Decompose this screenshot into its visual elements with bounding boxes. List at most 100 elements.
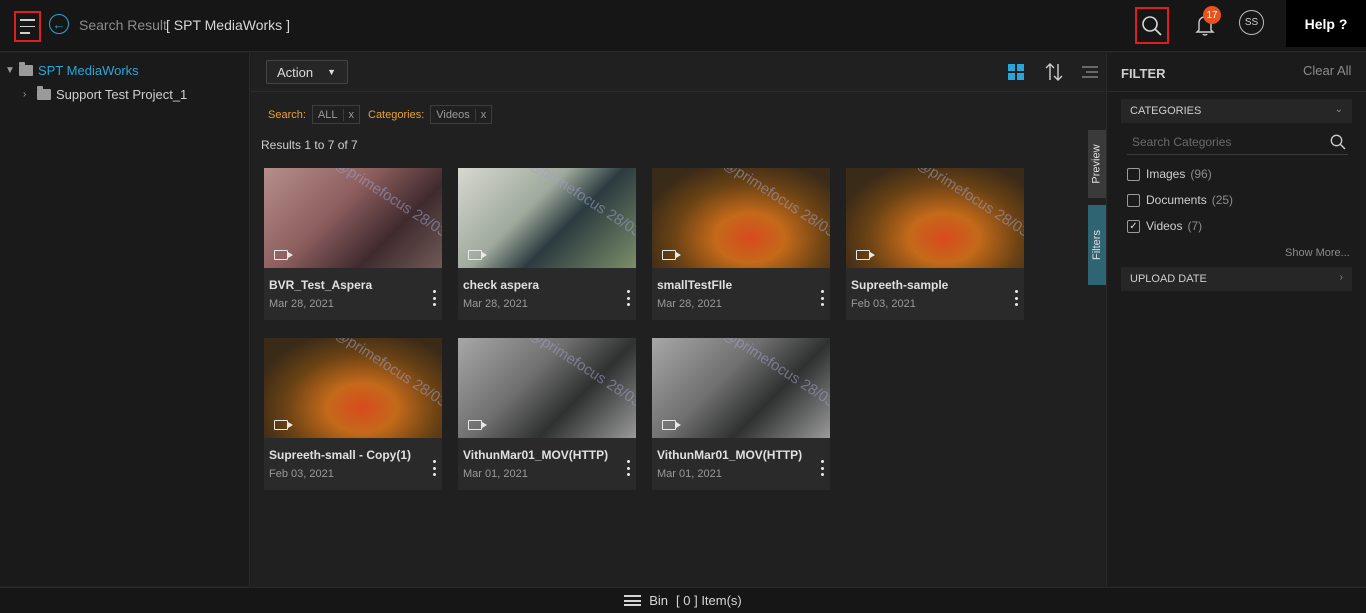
watermark-text: ipashree.k@primefocus 28/03/2021 15:36:+… [468, 168, 636, 268]
grid-view-icon[interactable] [1008, 64, 1024, 80]
chip-value: ALL [317, 108, 338, 121]
watermark-text: ipashree.k@primefocus 28/03/2021 15:36:+… [856, 168, 1024, 268]
asset-name: Supreeth-sample [851, 278, 949, 292]
more-options-icon[interactable] [624, 290, 632, 306]
watermark-text: ipashree.k@primefocus 28/03/2021 15:38:+… [662, 168, 830, 268]
tree-item-root[interactable]: ▼ SPT MediaWorks [5, 62, 139, 78]
option-label: Images [1146, 167, 1186, 181]
action-dropdown[interactable]: Action ▼ [266, 60, 348, 84]
option-label: Videos [1146, 219, 1183, 233]
categories-filter-chip: Videos x [430, 105, 493, 124]
asset-name: Supreeth-small - Copy(1) [269, 448, 412, 462]
active-filters: Search: ALL x Categories: Videos x [268, 105, 500, 124]
more-options-icon[interactable] [430, 290, 438, 306]
asset-date: Feb 03, 2021 [269, 468, 334, 480]
asset-card[interactable]: ipashree.k@primefocus 28/03/2021 15:39:+… [458, 338, 636, 490]
asset-card[interactable]: ipashree.k@primefocus 28/03/2021 15:39:+… [652, 338, 830, 490]
results-area: Action ▼ Search: ALL x Categories: Video… [251, 53, 1105, 586]
caret-down-icon: ▼ [327, 67, 337, 77]
filter-divider [1107, 91, 1366, 92]
remove-search-filter-button[interactable]: x [342, 108, 360, 121]
category-option-images[interactable]: Images (96) [1127, 167, 1212, 181]
checkbox[interactable] [1127, 193, 1140, 207]
tree-item-label: Support Test Project_1 [56, 87, 188, 102]
accordion-title: CATEGORIES [1130, 105, 1202, 117]
chevron-right-icon[interactable]: › [23, 89, 35, 100]
option-count: (7) [1187, 219, 1203, 233]
more-options-icon[interactable] [430, 460, 438, 476]
results-count: Results 1 to 7 of 7 [261, 138, 358, 152]
category-option-videos[interactable]: ✓ Videos (7) [1127, 219, 1202, 233]
filter-title: FILTER [1121, 66, 1166, 81]
asset-thumbnail[interactable]: ipashree.k@primefocus 28/03/2021 15:38:+… [264, 168, 442, 268]
tab-preview[interactable]: Preview [1088, 130, 1106, 198]
show-more-link[interactable]: Show More... [1285, 247, 1350, 259]
search-icon[interactable] [1330, 134, 1346, 150]
video-camera-icon [662, 420, 681, 430]
asset-date: Feb 03, 2021 [851, 298, 916, 310]
bin-bar[interactable]: Bin [ 0 ] Item(s) [0, 587, 1366, 613]
tree-item-project[interactable]: › Support Test Project_1 [23, 86, 188, 102]
asset-name: VithunMar01_MOV(HTTP) [657, 448, 803, 462]
checkbox-checked[interactable]: ✓ [1127, 219, 1140, 233]
category-search [1127, 131, 1348, 155]
help-button[interactable]: Help ? [1286, 0, 1366, 47]
filter-panel: FILTER Clear All CATEGORIES ⌄ Images (96… [1106, 53, 1366, 586]
asset-card[interactable]: ipashree.k@primefocus 28/03/2021 15:36:+… [264, 338, 442, 490]
hamburger-menu-button[interactable] [14, 11, 41, 42]
watermark-text: ipashree.k@primefocus 28/03/2021 15:36:+… [274, 338, 442, 438]
remove-categories-filter-button[interactable]: x [474, 108, 492, 121]
list-view-icon[interactable] [1082, 65, 1098, 79]
more-options-icon[interactable] [624, 460, 632, 476]
action-label: Action [277, 64, 314, 80]
user-avatar[interactable]: SS [1239, 10, 1264, 35]
asset-card[interactable]: ipashree.k@primefocus 28/03/2021 15:38:+… [264, 168, 442, 320]
video-camera-icon [274, 420, 293, 430]
tab-label: Filters [1091, 230, 1104, 260]
menu-line [20, 32, 30, 34]
notification-count-badge: 17 [1203, 6, 1221, 24]
menu-line [20, 19, 35, 21]
asset-thumbnail[interactable]: ipashree.k@primefocus 28/03/2021 15:36:+… [264, 338, 442, 438]
asset-card[interactable]: ipashree.k@primefocus 28/03/2021 15:38:+… [652, 168, 830, 320]
more-options-icon[interactable] [1012, 290, 1020, 306]
chevron-down-icon[interactable]: ▼ [5, 65, 17, 76]
asset-card[interactable]: ipashree.k@primefocus 28/03/2021 15:36:+… [846, 168, 1024, 320]
asset-thumbnail[interactable]: ipashree.k@primefocus 28/03/2021 15:36:+… [458, 168, 636, 268]
asset-thumbnail[interactable]: ipashree.k@primefocus 28/03/2021 15:36:+… [846, 168, 1024, 268]
folder-icon [37, 86, 51, 100]
video-camera-icon [662, 250, 681, 260]
chip-value: Videos [436, 108, 470, 121]
sort-icon[interactable] [1045, 62, 1063, 82]
asset-thumbnail[interactable]: ipashree.k@primefocus 28/03/2021 15:39:+… [652, 338, 830, 438]
more-options-icon[interactable] [818, 290, 826, 306]
menu-line [20, 25, 35, 28]
asset-name: check aspera [463, 278, 540, 292]
asset-thumbnail[interactable]: ipashree.k@primefocus 28/03/2021 15:39:+… [458, 338, 636, 438]
tab-filters[interactable]: Filters [1088, 205, 1106, 285]
more-options-icon[interactable] [818, 460, 826, 476]
asset-date: Mar 28, 2021 [463, 298, 528, 310]
upload-date-accordion[interactable]: UPLOAD DATE › [1121, 267, 1352, 291]
asset-name: smallTestFIle [657, 278, 733, 292]
folder-icon [19, 62, 33, 76]
asset-date: Mar 28, 2021 [269, 298, 334, 310]
search-button[interactable] [1135, 7, 1169, 44]
category-option-documents[interactable]: Documents (25) [1127, 193, 1233, 207]
asset-name: VithunMar01_MOV(HTTP) [463, 448, 609, 462]
asset-date: Mar 28, 2021 [657, 298, 722, 310]
clear-all-link[interactable]: Clear All [1303, 63, 1351, 78]
bin-label: Bin [649, 593, 669, 608]
asset-card[interactable]: ipashree.k@primefocus 28/03/2021 15:36:+… [458, 168, 636, 320]
toolbar-divider [251, 91, 1105, 92]
asset-thumbnail[interactable]: ipashree.k@primefocus 28/03/2021 15:38:+… [652, 168, 830, 268]
asset-date: Mar 01, 2021 [657, 468, 722, 480]
back-arrow-icon[interactable]: ← [49, 14, 69, 34]
video-camera-icon [274, 250, 293, 260]
checkbox[interactable] [1127, 167, 1140, 181]
video-camera-icon [856, 250, 875, 260]
categories-accordion[interactable]: CATEGORIES ⌄ [1121, 99, 1352, 123]
search-categories-input[interactable] [1127, 131, 1327, 153]
search-icon [1142, 15, 1162, 36]
chevron-right-icon: › [1339, 272, 1343, 283]
